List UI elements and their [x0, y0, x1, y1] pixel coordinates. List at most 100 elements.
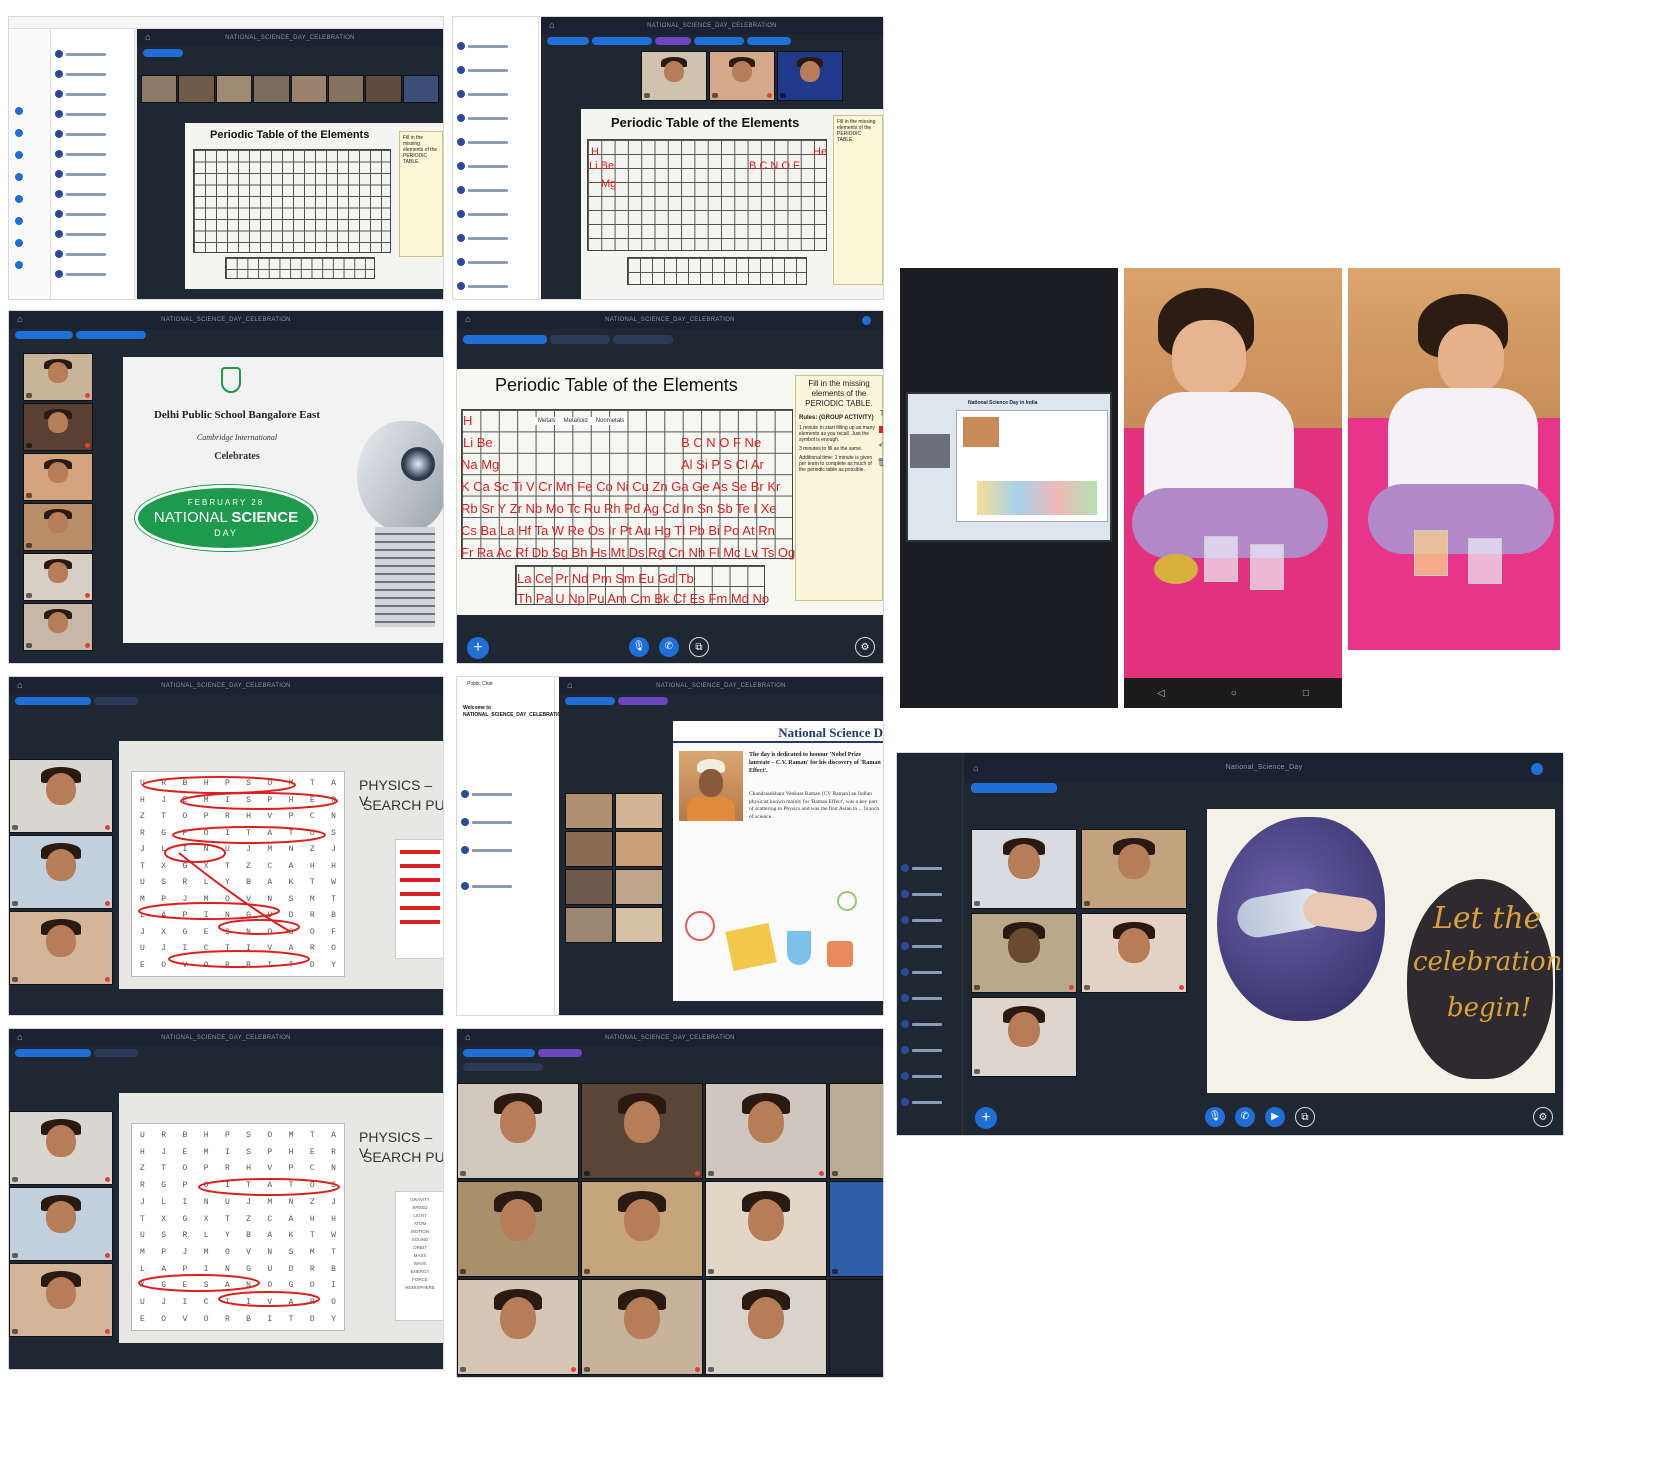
tab-user[interactable] — [463, 1063, 543, 1071]
participant-video — [615, 907, 663, 943]
sidebar-icon[interactable] — [15, 217, 23, 225]
phone-icon[interactable]: ✆ — [1235, 1107, 1255, 1127]
home-icon[interactable]: ⌂ — [463, 1032, 473, 1042]
tab-user[interactable] — [547, 37, 589, 45]
color-swatch-icon[interactable] — [878, 426, 883, 433]
user-item[interactable] — [901, 915, 942, 925]
glass — [1204, 536, 1238, 582]
chat-message — [457, 209, 508, 219]
participant-video — [705, 1279, 827, 1375]
tab-user[interactable] — [15, 697, 91, 705]
home-icon[interactable]: ⌂ — [143, 32, 153, 42]
recent-apps-icon[interactable]: □ — [1303, 688, 1309, 699]
plus-icon[interactable]: + — [975, 1107, 997, 1129]
home-icon[interactable]: ⌂ — [547, 20, 557, 30]
tab-user[interactable] — [655, 37, 691, 45]
participant-video — [565, 793, 613, 829]
settings-icon[interactable]: ⚙ — [855, 637, 875, 657]
tab-user[interactable] — [463, 335, 547, 344]
participant-video — [23, 353, 93, 401]
child-face — [1172, 320, 1246, 396]
back-icon[interactable]: ◁ — [1157, 688, 1165, 699]
tab-user[interactable] — [747, 37, 791, 45]
video-column — [9, 759, 113, 989]
text-tool-icon[interactable]: T — [880, 409, 883, 418]
home-icon[interactable]: ⌂ — [565, 680, 575, 690]
tab-user[interactable] — [94, 697, 138, 705]
celebrates-label: Celebrates — [214, 451, 260, 462]
tab-user[interactable] — [550, 335, 610, 344]
participant-video — [215, 75, 253, 103]
chat-message — [457, 161, 508, 171]
home-icon[interactable]: ⌂ — [15, 680, 25, 690]
tab-user[interactable] — [15, 331, 73, 339]
user-item[interactable] — [901, 1045, 942, 1055]
screen-share-icon[interactable]: ⧉ — [689, 637, 709, 657]
school-crest-icon — [221, 367, 241, 393]
user-item[interactable] — [901, 967, 942, 977]
sidebar-icon[interactable] — [15, 129, 23, 137]
participant-video — [971, 829, 1077, 909]
browser-address-bar[interactable] — [9, 17, 443, 29]
home-icon[interactable]: ⌂ — [15, 314, 25, 324]
annotation-mark: H — [591, 146, 599, 158]
side-note: Fill in the missing elements of the PERI… — [399, 131, 443, 257]
tab-session[interactable] — [143, 49, 183, 57]
chat-message — [457, 65, 508, 75]
home-icon[interactable]: ⌂ — [15, 1032, 25, 1042]
annotation-mark: Th Pa U Np Pu Am Cm Bk Cf Es Fm Md No — [517, 591, 769, 606]
user-item[interactable] — [901, 889, 942, 899]
user-item[interactable] — [901, 941, 942, 951]
chat-message — [461, 789, 512, 799]
settings-icon[interactable]: ⚙ — [1533, 1107, 1553, 1127]
participant-video — [23, 453, 93, 501]
annotation-mark: He — [813, 146, 827, 158]
home-icon[interactable]: ⌂ — [463, 314, 473, 324]
phone-icon[interactable]: ✆ — [659, 637, 679, 657]
sidebar-icon[interactable] — [15, 239, 23, 247]
panel-7-session-screenshot: Public Chat Welcome to NATIONAL_SCIENCE_… — [456, 676, 884, 1016]
participant-video — [457, 1181, 579, 1277]
tab-user[interactable] — [592, 37, 652, 45]
home-button-icon[interactable]: ○ — [1231, 688, 1237, 699]
presentation-slide: Periodic Table of the Elements H Li Be M… — [581, 109, 883, 299]
screen-share-icon[interactable]: ⧉ — [1295, 1107, 1315, 1127]
user-item[interactable] — [901, 1019, 942, 1029]
chat-message — [55, 249, 106, 259]
tab-user[interactable] — [618, 697, 668, 705]
user-item[interactable] — [901, 993, 942, 1003]
mic-icon[interactable]: 🎙 — [629, 637, 649, 657]
tab-user[interactable] — [76, 331, 146, 339]
tab-user[interactable] — [971, 783, 1057, 793]
camera-icon[interactable]: ▶ — [1265, 1107, 1285, 1127]
home-icon[interactable]: ⌂ — [971, 763, 981, 773]
android-nav-bar: ◁ ○ □ — [1124, 678, 1342, 708]
sidebar-icon[interactable] — [15, 173, 23, 181]
sidebar-icon[interactable] — [15, 107, 23, 115]
tab-user[interactable] — [694, 37, 744, 45]
tab-user[interactable] — [565, 697, 615, 705]
sidebar-icon[interactable] — [15, 151, 23, 159]
tab-user[interactable] — [538, 1049, 582, 1057]
undo-icon[interactable]: ↶ — [879, 441, 883, 450]
mic-icon[interactable]: 🎙 — [1205, 1107, 1225, 1127]
user-item[interactable] — [901, 1071, 942, 1081]
participant-video — [641, 51, 707, 101]
participant-video — [971, 913, 1077, 993]
tab-user[interactable] — [94, 1049, 138, 1057]
tab-user[interactable] — [15, 1049, 91, 1057]
user-item[interactable] — [901, 863, 942, 873]
participant-video — [615, 869, 663, 905]
participant-video — [141, 75, 178, 103]
participant-video — [1081, 913, 1187, 993]
sidebar-icon[interactable] — [15, 261, 23, 269]
glass — [1250, 544, 1284, 590]
tab-user[interactable] — [613, 335, 673, 344]
sidebar-icon[interactable] — [15, 195, 23, 203]
chat-header: Public Chat — [467, 681, 493, 687]
plus-icon[interactable]: + — [467, 637, 489, 659]
annotation-mark: Rb Sr Y Zr Nb Mo Tc Ru Rh Pd Ag Cd In Sn… — [461, 501, 777, 516]
tab-user[interactable] — [463, 1049, 535, 1057]
user-item[interactable] — [901, 1097, 942, 1107]
delete-icon[interactable]: 🗑 — [877, 458, 883, 467]
